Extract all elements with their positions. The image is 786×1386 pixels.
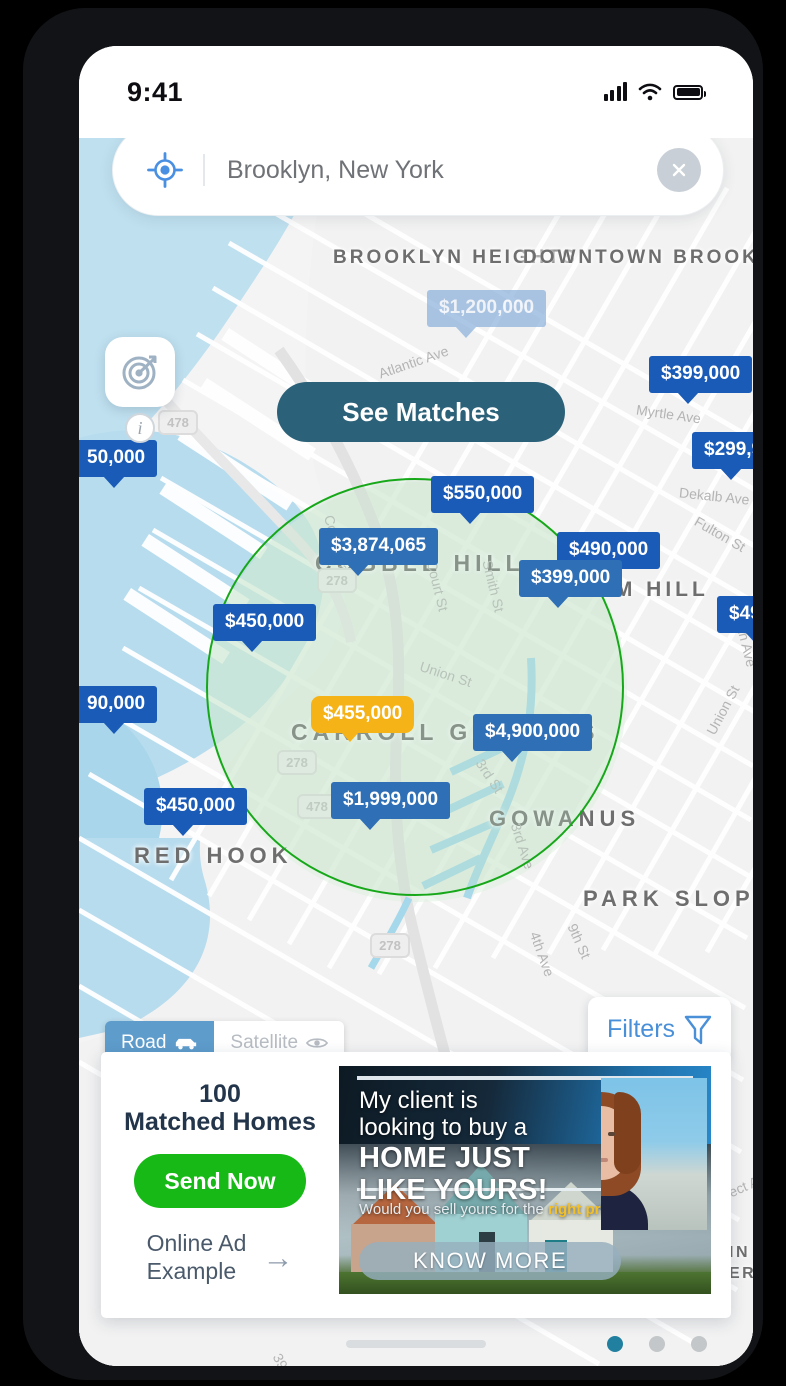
cellular-signal-icon xyxy=(603,82,627,101)
ad-subline: Would you sell yours for the right price… xyxy=(359,1201,630,1218)
price-pin-selected[interactable]: $455,000 xyxy=(311,696,415,742)
price-pin[interactable]: $1,200,000 xyxy=(427,290,547,338)
search-input[interactable]: Brooklyn, New York xyxy=(227,156,657,185)
phone-screen: BROOKLYN HEIGHTS DOWNTOWN BROOKLYN COBBL… xyxy=(79,46,753,1366)
search-divider xyxy=(203,154,205,186)
status-time: 9:41 xyxy=(127,76,184,107)
see-matches-button[interactable]: See Matches xyxy=(277,382,565,442)
matched-homes-card: 100 Matched Homes Send Now Online Ad Exa… xyxy=(101,1052,731,1352)
carousel-dot-2[interactable] xyxy=(649,1336,665,1352)
car-icon xyxy=(176,1038,197,1050)
map-canvas[interactable]: BROOKLYN HEIGHTS DOWNTOWN BROOKLYN COBBL… xyxy=(79,138,753,1366)
carousel-dots[interactable] xyxy=(607,1336,707,1352)
search-clear-button[interactable] xyxy=(657,148,701,192)
map-label-park-slope: PARK SLOPE xyxy=(583,886,753,911)
price-pin[interactable]: $399,000 xyxy=(649,356,753,404)
price-pin[interactable]: $550,000 xyxy=(431,476,535,524)
target-button[interactable] xyxy=(105,337,175,407)
price-pin[interactable]: $4,900,000 xyxy=(473,714,593,762)
target-bullseye-icon xyxy=(122,355,157,390)
close-x-icon xyxy=(672,163,686,177)
price-pin[interactable]: $299,90 xyxy=(692,432,753,480)
matched-count: 100 xyxy=(199,1080,241,1108)
carousel-dot-3[interactable] xyxy=(691,1336,707,1352)
price-pin[interactable]: 90,000 xyxy=(79,686,158,734)
gps-locate-icon[interactable] xyxy=(147,152,183,188)
online-ad-example-label: Online Ad Example xyxy=(146,1230,247,1284)
price-pin[interactable]: 50,000 xyxy=(79,440,158,488)
ad-headline: My client is looking to buy a HOME JUST … xyxy=(359,1087,548,1207)
carousel-dot-1[interactable] xyxy=(607,1336,623,1352)
price-pin[interactable]: $490 xyxy=(717,596,753,644)
battery-full-icon xyxy=(673,84,706,100)
info-circle-icon[interactable]: i xyxy=(125,413,155,443)
map-label-windsor-terrace: IN ER xyxy=(729,1244,753,1282)
funnel-filter-icon xyxy=(684,1015,712,1044)
highway-shield-478-upper: 478 xyxy=(158,410,198,435)
ad-preview-panel[interactable]: My client is looking to buy a HOME JUST … xyxy=(339,1066,731,1352)
wifi-icon xyxy=(638,83,662,101)
matched-homes-label: Matched Homes xyxy=(124,1108,316,1136)
price-pin[interactable]: $3,874,065 xyxy=(319,528,439,576)
status-icons xyxy=(603,82,706,101)
price-pin[interactable]: $450,000 xyxy=(144,788,248,836)
status-bar: 9:41 xyxy=(79,46,753,138)
price-pin[interactable]: $1,999,000 xyxy=(331,782,451,830)
send-now-button[interactable]: Send Now xyxy=(134,1154,306,1208)
phone-frame: BROOKLYN HEIGHTS DOWNTOWN BROOKLYN COBBL… xyxy=(23,8,763,1380)
ad-creative[interactable]: My client is looking to buy a HOME JUST … xyxy=(339,1066,711,1294)
agent-portrait-photo xyxy=(601,1078,707,1230)
know-more-button[interactable]: KNOW MORE xyxy=(359,1242,621,1280)
eye-icon xyxy=(306,1038,329,1048)
highway-shield-278-lower: 278 xyxy=(370,933,410,958)
price-pin[interactable]: $399,000 xyxy=(519,560,623,608)
map-label-red-hook: RED HOOK xyxy=(134,843,293,868)
price-pin[interactable]: $450,000 xyxy=(213,604,317,652)
home-indicator xyxy=(346,1340,486,1348)
arrow-right-icon: → xyxy=(262,1240,294,1276)
map-label-downtown-brooklyn: DOWNTOWN BROOKLYN xyxy=(523,247,753,268)
online-ad-example-link[interactable]: Online Ad Example → xyxy=(147,1230,294,1285)
card-left-panel: 100 Matched Homes Send Now Online Ad Exa… xyxy=(101,1066,339,1318)
